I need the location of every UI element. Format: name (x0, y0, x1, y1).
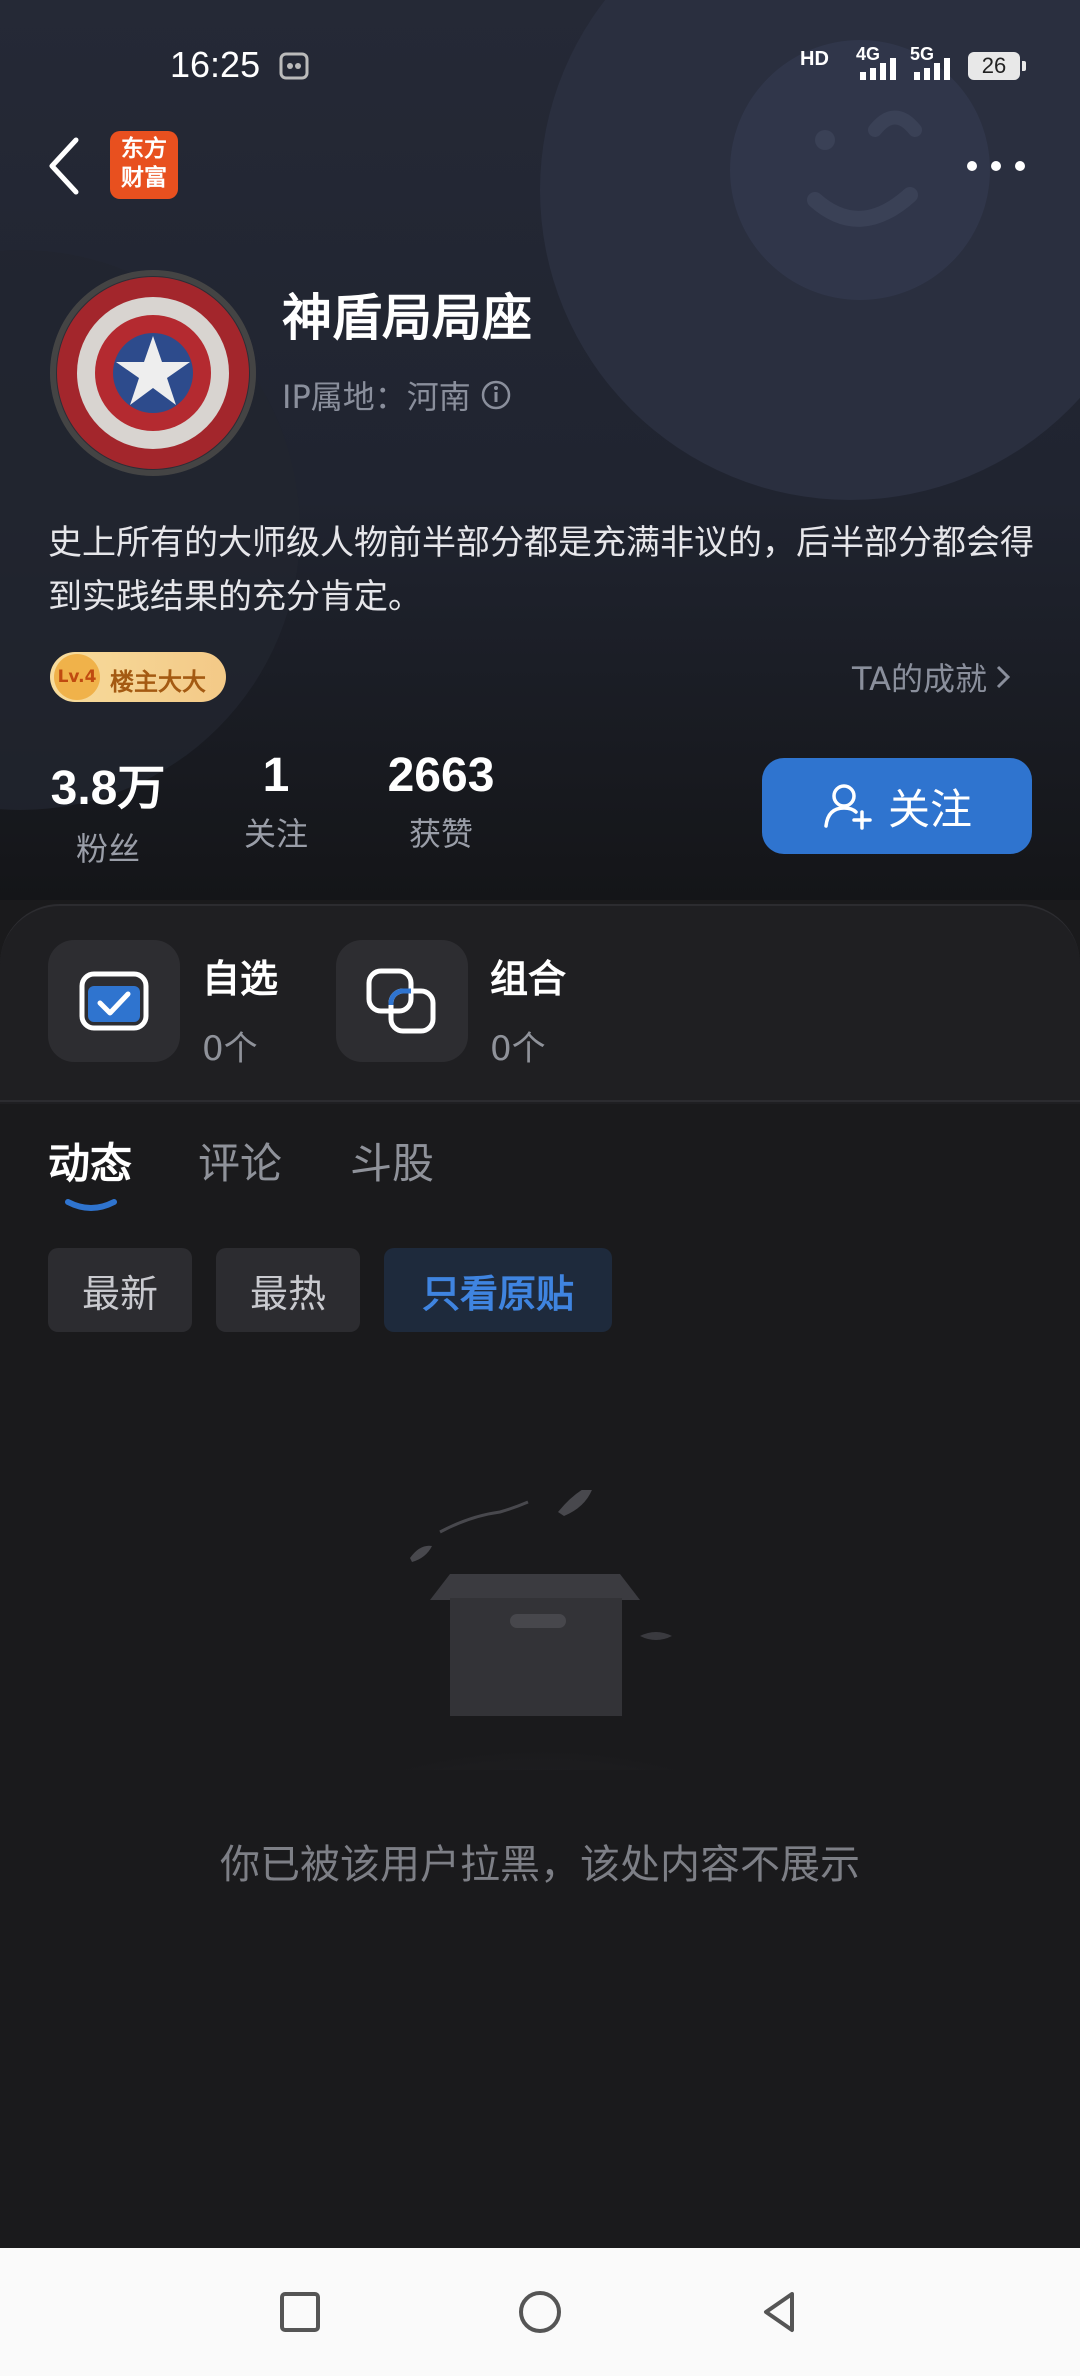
portfolio-icon (366, 968, 436, 1034)
level-icon: Lv.4 (54, 654, 100, 700)
tab-indicator (65, 1199, 117, 1211)
watchlist-tile[interactable]: 自选 0个 (48, 940, 278, 1070)
assets-card: 自选 0个 组合 0个 (0, 904, 1080, 1104)
shield-avatar-icon (50, 270, 256, 476)
app-logo[interactable]: 东方 财富 (110, 131, 178, 199)
profile-name: 神盾局局座 (282, 289, 532, 347)
status-bar: 16:25 HD 4G 5G 26 (0, 0, 1080, 130)
info-icon[interactable] (481, 380, 511, 410)
tab-dynamics[interactable]: 动态 (48, 1130, 132, 1191)
badge-label: 楼主大大 (110, 668, 206, 696)
tab-stock-battle[interactable]: 斗股 (350, 1130, 434, 1191)
stat-following[interactable]: 1 关注 (226, 748, 326, 855)
tab-comments[interactable]: 评论 (198, 1130, 282, 1191)
empty-box-icon (310, 1490, 770, 1770)
achievement-link[interactable]: TA的成就 (852, 654, 1011, 700)
chevron-right-icon (996, 665, 1011, 689)
back-arrow-icon[interactable] (44, 136, 84, 196)
portfolio-icon-box (336, 940, 468, 1062)
watchlist-icon-box (48, 940, 180, 1062)
screen-record-icon (279, 52, 309, 80)
stat-likes[interactable]: 2663 获赞 (376, 748, 506, 855)
level-badge[interactable]: Lv.4 楼主大大 (50, 652, 226, 702)
profile-bio: 史上所有的大师级人物前半部分都是充满非议的，后半部分都会得到实践结果的充分肯定。 (48, 523, 1034, 617)
battery-icon: 26 (968, 52, 1026, 80)
add-user-icon (824, 784, 872, 830)
portfolio-tile[interactable]: 组合 0个 (336, 940, 566, 1070)
filter-latest[interactable]: 最新 (48, 1248, 192, 1332)
signal-icon (914, 58, 950, 80)
filter-original-only[interactable]: 只看原贴 (384, 1248, 612, 1332)
follow-button[interactable]: 关注 (762, 758, 1032, 854)
watchlist-check-icon (79, 971, 149, 1031)
back-nav-icon[interactable] (756, 2288, 804, 2336)
hd-indicator: HD (800, 48, 829, 70)
home-icon[interactable] (516, 2288, 564, 2336)
more-options-icon[interactable] (966, 160, 1026, 172)
system-nav-bar (0, 2248, 1080, 2376)
filter-hottest[interactable]: 最热 (216, 1248, 360, 1332)
signal-icon (860, 58, 896, 80)
recent-apps-icon[interactable] (276, 2288, 324, 2336)
empty-message: 你已被该用户拉黑，该处内容不展示 (220, 1842, 860, 1888)
stat-fans[interactable]: 3.8万 粉丝 (48, 748, 168, 870)
avatar[interactable] (50, 270, 256, 476)
ip-location: IP属地：河南 (282, 372, 511, 418)
status-time: 16:25 (170, 44, 261, 85)
divider (0, 1100, 1080, 1102)
